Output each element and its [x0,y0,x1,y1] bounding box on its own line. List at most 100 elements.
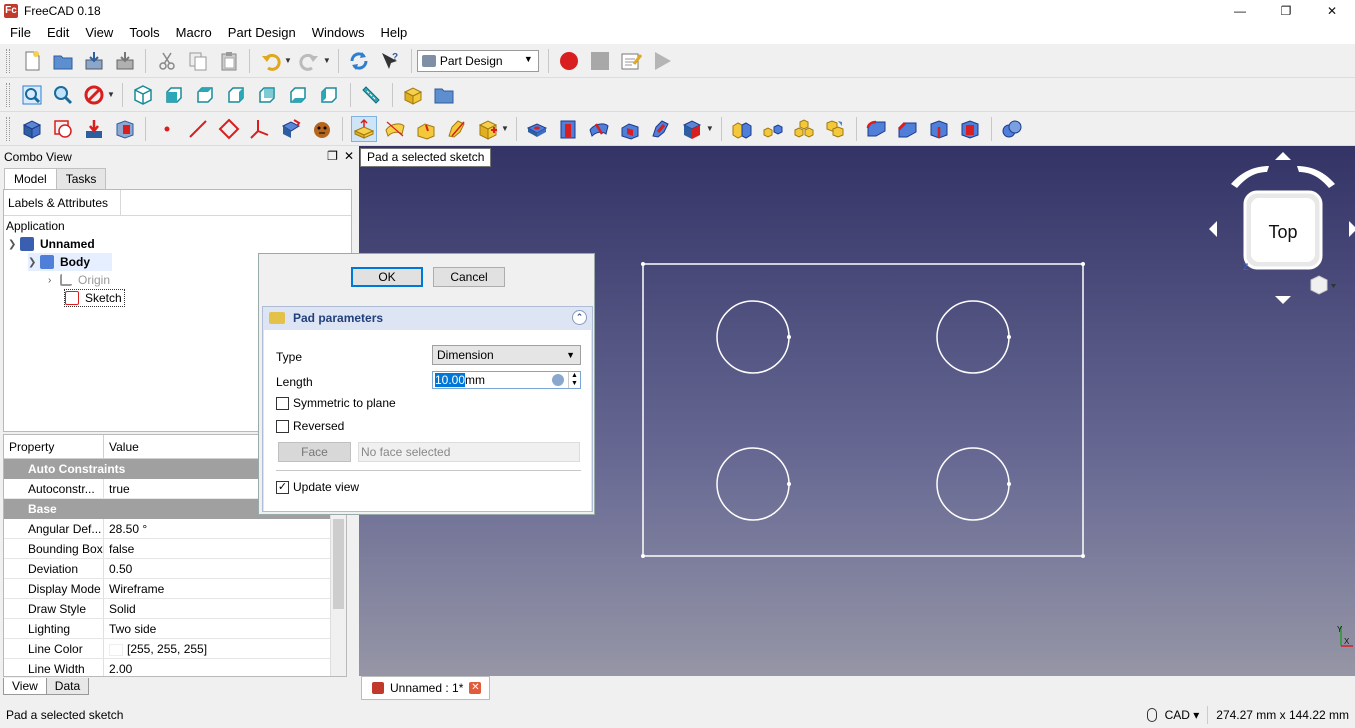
datum-point-icon[interactable] [154,116,180,142]
create-part-icon[interactable] [400,82,426,108]
macro-stop-icon[interactable] [587,48,613,74]
tree-row-document[interactable]: ❯ Unnamed [8,235,95,253]
rear-view-icon[interactable] [254,82,280,108]
save-icon[interactable] [81,48,107,74]
isometric-view-icon[interactable] [130,82,156,108]
tree-row-body[interactable]: ❯ Body [28,253,112,271]
left-view-icon[interactable] [316,82,342,108]
redo-dropdown-icon[interactable]: ▼ [323,56,331,65]
navigation-style[interactable]: CAD ▾ [1165,708,1200,722]
property-row[interactable]: Lighting Two side [4,619,346,639]
tab-view[interactable]: View [3,678,47,695]
check-geometry-icon[interactable] [112,116,138,142]
tree-row-origin[interactable]: › Origin [48,271,110,289]
view-menu-cube-icon[interactable] [1310,275,1328,295]
menu-macro[interactable]: Macro [168,22,220,44]
datum-plane-icon[interactable] [216,116,242,142]
rotate-left-icon[interactable] [1209,221,1217,237]
expression-icon[interactable] [552,374,564,386]
property-row[interactable]: Display Mode Wireframe [4,579,346,599]
menu-view[interactable]: View [77,22,121,44]
linear-pattern-icon[interactable] [760,116,786,142]
tree-header-label[interactable]: Labels & Attributes [8,189,122,216]
symmetric-checkbox-row[interactable]: Symmetric to plane [276,396,396,410]
boolean-icon[interactable] [999,116,1025,142]
reversed-checkbox-row[interactable]: Reversed [276,419,344,433]
fit-selection-icon[interactable] [50,82,76,108]
property-row[interactable]: Draw Style Solid [4,599,346,619]
roll-right-icon[interactable] [1297,166,1335,188]
datum-line-icon[interactable] [185,116,211,142]
close-tab-icon[interactable]: ✕ [469,682,482,694]
menu-windows[interactable]: Windows [304,22,373,44]
rotate-right-icon[interactable] [1349,221,1355,237]
property-column-header[interactable]: Property [4,435,104,458]
collapse-icon[interactable]: ⌃ [572,310,587,325]
tab-data[interactable]: Data [45,678,90,695]
workbench-selector[interactable]: Part Design ▼ [416,49,539,72]
property-row[interactable]: Line Color [255, 255, 255] [4,639,346,659]
top-view-icon[interactable] [192,82,218,108]
chamfer-icon[interactable] [895,116,921,142]
chevron-right-icon[interactable]: › [48,275,60,286]
face-button[interactable]: Face [278,442,351,462]
subtractive-pipe-icon[interactable] [648,116,674,142]
subtractive-loft-icon[interactable] [617,116,643,142]
refresh-icon[interactable] [346,48,372,74]
document-tab[interactable]: Unnamed : 1* ✕ [361,676,490,700]
bottom-view-icon[interactable] [285,82,311,108]
macro-run-icon[interactable] [649,48,675,74]
toolbar-grip[interactable] [6,48,10,73]
revolution-icon[interactable] [382,116,408,142]
update-view-checkbox[interactable]: ✓ [276,480,289,494]
create-group-icon[interactable] [431,82,457,108]
length-spinner[interactable]: ▲ ▼ [568,372,580,388]
fit-all-icon[interactable] [19,82,45,108]
validate-sketch-icon[interactable] [81,116,107,142]
multi-transform-icon[interactable] [822,116,848,142]
symmetric-checkbox[interactable] [276,396,289,410]
macro-edit-icon[interactable] [618,48,644,74]
cut-icon[interactable] [154,48,180,74]
float-panel-icon[interactable]: ❐ [327,149,338,163]
draft-icon[interactable] [926,116,952,142]
menu-edit[interactable]: Edit [39,22,77,44]
pad-icon[interactable] [350,115,377,142]
value-column-header[interactable]: Value [104,435,139,458]
paste-icon[interactable] [216,48,242,74]
additive-pipe-icon[interactable] [444,116,470,142]
maximize-button[interactable]: ❐ [1263,0,1309,22]
front-view-icon[interactable] [161,82,187,108]
draw-style-dropdown-icon[interactable]: ▼ [107,90,115,99]
length-input[interactable]: 10.00 mm ▲ ▼ [432,371,581,389]
copy-icon[interactable] [185,48,211,74]
toolbar-grip[interactable] [6,82,10,107]
open-folder-icon[interactable] [50,48,76,74]
reversed-checkbox[interactable] [276,419,289,433]
shape-binder-icon[interactable] [278,116,304,142]
type-select[interactable]: Dimension ▼ [432,345,581,365]
tab-model[interactable]: Model [4,168,57,189]
property-row[interactable]: Deviation 0.50 [4,559,346,579]
cancel-button[interactable]: Cancel [433,267,505,287]
thickness-icon[interactable] [957,116,983,142]
menu-help[interactable]: Help [372,22,415,44]
rotate-down-icon[interactable] [1275,296,1291,304]
close-panel-icon[interactable]: ✕ [344,149,354,163]
update-view-checkbox-row[interactable]: ✓ Update view [276,480,359,494]
local-coordinate-system-icon[interactable] [247,116,273,142]
subtractive-primitive-icon[interactable] [679,116,705,142]
view-menu-caret-icon[interactable] [1331,284,1336,288]
measure-distance-icon[interactable] [358,82,384,108]
additive-primitive-dropdown-icon[interactable]: ▼ [501,124,509,133]
additive-loft-icon[interactable] [413,116,439,142]
additive-primitive-icon[interactable] [475,116,501,142]
minimize-button[interactable]: — [1217,0,1263,22]
scrollbar-thumb[interactable] [333,519,344,609]
property-row[interactable]: Line Width 2.00 [4,659,346,676]
draw-style-icon[interactable] [81,82,107,108]
clone-icon[interactable] [309,116,335,142]
mirrored-icon[interactable] [729,116,755,142]
groove-icon[interactable] [586,116,612,142]
roll-left-icon[interactable] [1231,166,1269,188]
